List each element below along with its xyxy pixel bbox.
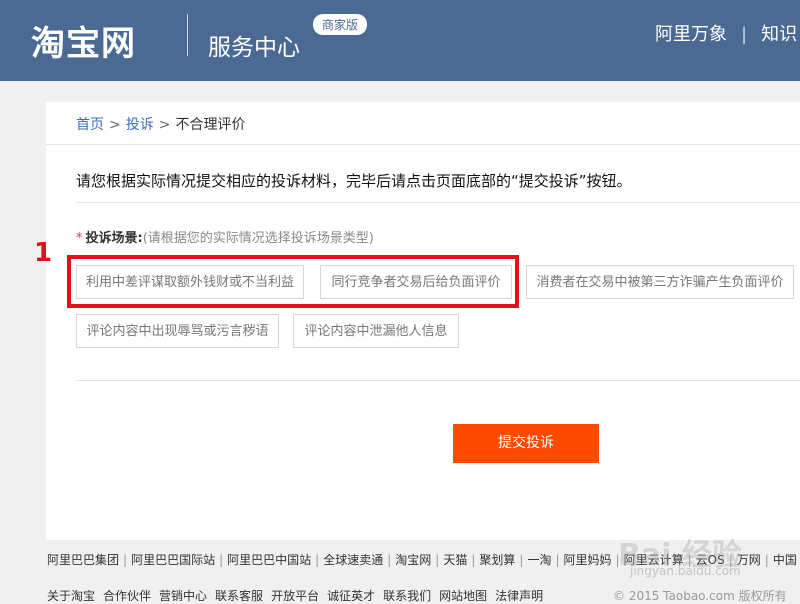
header-nav: 阿里万象 | 知识	[655, 20, 797, 46]
divider	[46, 144, 800, 145]
footer-link[interactable]: 开放平台	[271, 589, 319, 603]
top-header: 淘宝网 服务中心 商家版 阿里万象 | 知识	[0, 0, 800, 81]
divider	[76, 380, 800, 381]
breadcrumb-separator: >	[109, 117, 121, 133]
footer-separator: |	[219, 553, 224, 567]
nav-link-knowledge[interactable]: 知识	[761, 24, 797, 45]
footer-site-links: 关于淘宝 合作伙伴 营销中心 联系客服 开放平台 诚征英才 联系我们 网站地图 法律声明	[47, 587, 551, 604]
annotation-highlight-box	[67, 255, 519, 308]
breadcrumb-complaint[interactable]: 投诉	[126, 117, 154, 133]
scene-hint: (请根据您的实际情况选择投诉场景类型)	[142, 231, 374, 246]
divider	[76, 202, 800, 203]
footer-separator: |	[764, 553, 769, 567]
footer-link[interactable]: 一淘	[527, 553, 551, 567]
footer-separator: |	[315, 553, 320, 567]
footer-link[interactable]: 天猫	[443, 553, 467, 567]
scene-option-abusive-language[interactable]: 评论内容中出现辱骂或污言秽语	[76, 314, 279, 348]
nav-link-aliwanxiang[interactable]: 阿里万象	[655, 24, 727, 45]
footer-separator: |	[555, 553, 560, 567]
scene-label: 投诉场景:	[85, 231, 143, 246]
footer-link[interactable]: 联系我们	[383, 589, 431, 603]
footer-link[interactable]: 阿里巴巴集团	[47, 553, 119, 567]
instruction-text: 请您根据实际情况提交相应的投诉材料，完毕后请点击页面底部的“提交投诉”按钮。	[76, 172, 632, 190]
breadcrumb-current: 不合理评价	[175, 117, 246, 133]
scene-field-label: * 投诉场景:(请根据您的实际情况选择投诉场景类型)	[76, 227, 374, 246]
nav-separator: |	[741, 24, 748, 45]
footer-separator: |	[519, 553, 524, 567]
footer-link[interactable]: 淘宝网	[395, 553, 431, 567]
footer-link[interactable]: 聚划算	[479, 553, 515, 567]
scene-option-privacy-leak[interactable]: 评论内容中泄漏他人信息	[293, 314, 459, 348]
annotation-number: 1	[34, 238, 53, 268]
breadcrumb-separator: >	[158, 117, 171, 133]
footer-link[interactable]: 中国	[773, 553, 797, 567]
copyright-text: © 2015 Taobao.com 版权所有	[613, 589, 787, 603]
footer-link[interactable]: 联系客服	[215, 589, 263, 603]
required-mark: *	[76, 231, 83, 246]
footer-separator: |	[387, 553, 392, 567]
footer-link[interactable]: 合作伙伴	[103, 589, 151, 603]
footer-link[interactable]: 阿里妈妈	[564, 553, 612, 567]
footer-link[interactable]: 全球速卖通	[323, 553, 383, 567]
footer-separator: |	[123, 553, 128, 567]
footer-link[interactable]: 诚征英才	[327, 589, 375, 603]
scene-option-third-party-fraud[interactable]: 消费者在交易中被第三方诈骗产生负面评价	[526, 265, 794, 299]
header-divider	[187, 14, 188, 56]
complaint-form-card: 首页 > 投诉 > 不合理评价 请您根据实际情况提交相应的投诉材料，完毕后请点击页面底部…	[46, 102, 800, 540]
footer-link[interactable]: 阿里巴巴国际站	[131, 553, 215, 567]
footer-link[interactable]: 营销中心	[159, 589, 207, 603]
footer-link[interactable]: 法律声明	[495, 589, 543, 603]
service-center-title: 服务中心	[208, 35, 300, 61]
breadcrumb: 首页 > 投诉 > 不合理评价	[76, 114, 245, 134]
merchant-edition-badge: 商家版	[313, 14, 368, 35]
taobao-logo[interactable]: 淘宝网	[31, 16, 136, 65]
footer-separator: |	[435, 553, 440, 567]
footer-link[interactable]: 关于淘宝	[47, 589, 95, 603]
watermark-url: jingyan.baidu.com	[630, 564, 741, 578]
breadcrumb-home[interactable]: 首页	[76, 117, 104, 133]
footer-link[interactable]: 阿里巴巴中国站	[227, 553, 311, 567]
submit-complaint-button[interactable]: 提交投诉	[453, 424, 599, 463]
footer-separator: |	[471, 553, 476, 567]
footer-link[interactable]: 网站地图	[439, 589, 487, 603]
